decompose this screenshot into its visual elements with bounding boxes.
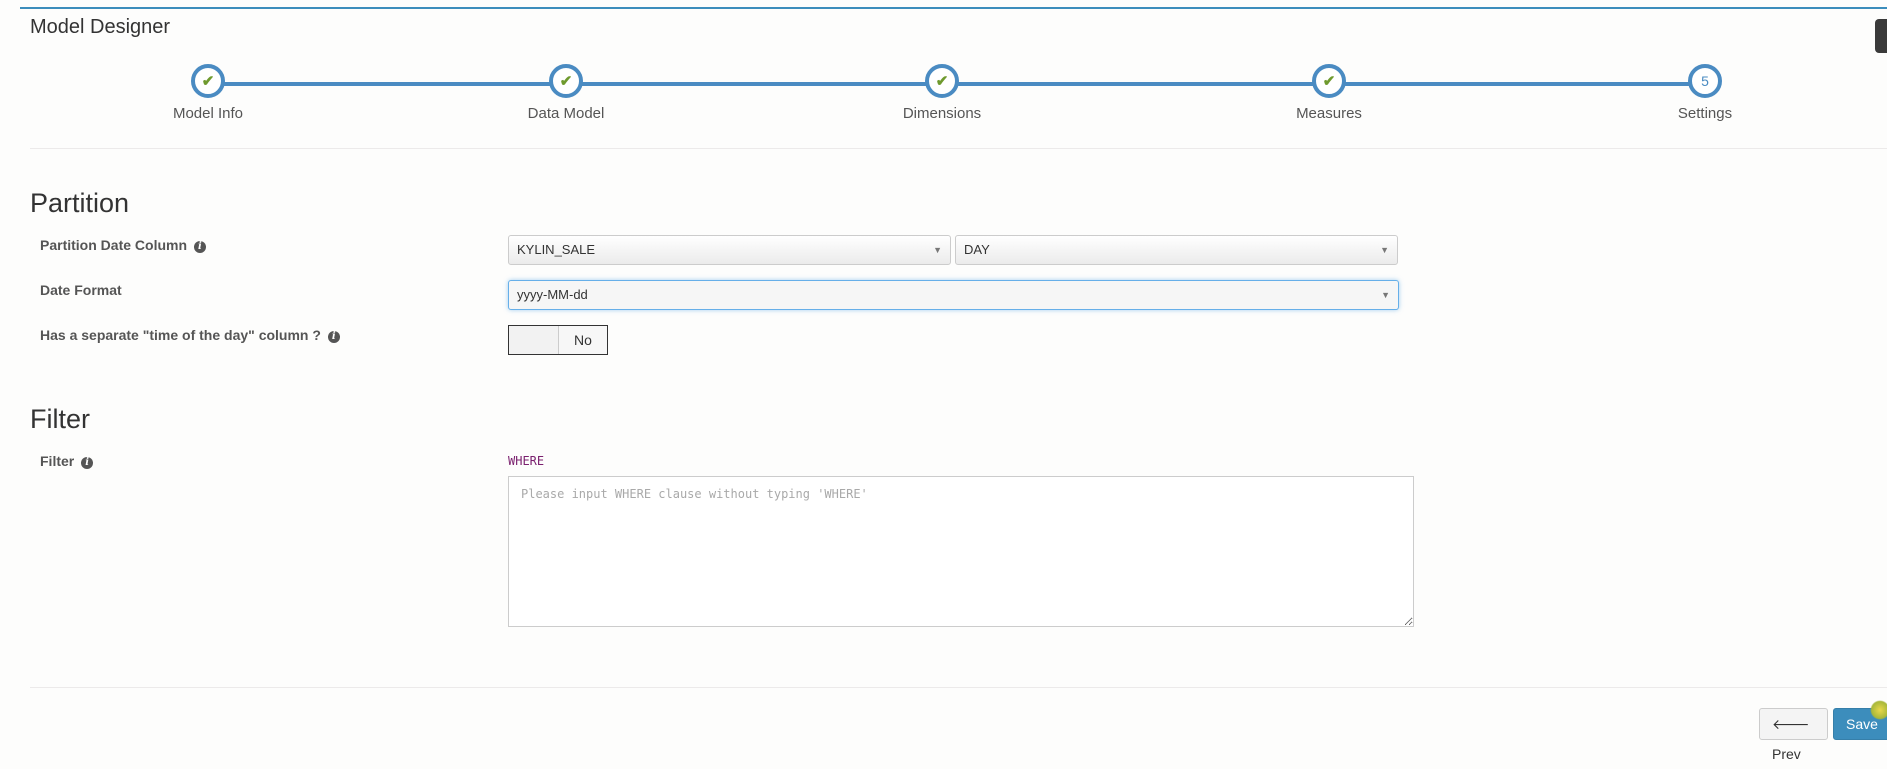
wizard-steps: ✔ Model Info ✔ Data Model ✔ Dimensions ✔… bbox=[0, 60, 1887, 130]
step-label: Model Info bbox=[172, 105, 244, 122]
side-panel-tab[interactable] bbox=[1875, 19, 1887, 53]
wizard-step-data-model[interactable]: ✔ Data Model bbox=[466, 64, 666, 122]
partition-heading: Partition bbox=[30, 188, 130, 218]
prev-label: Prev bbox=[1772, 746, 1801, 762]
step-number: 5 bbox=[1688, 64, 1722, 98]
top-border bbox=[20, 7, 1887, 9]
cursor-highlight bbox=[1870, 700, 1887, 720]
divider bbox=[30, 148, 1887, 149]
toggle-state: No bbox=[559, 326, 607, 354]
divider bbox=[30, 687, 1887, 688]
info-icon[interactable]: i bbox=[193, 241, 206, 253]
check-icon: ✔ bbox=[549, 64, 583, 98]
caret-down-icon: ▼ bbox=[933, 245, 942, 255]
time-column-toggle[interactable]: No bbox=[508, 325, 608, 355]
filter-label: Filter i bbox=[40, 453, 94, 469]
selected-value: yyyy-MM-dd bbox=[517, 287, 588, 302]
selected-value: KYLIN_SALE bbox=[517, 242, 596, 257]
time-column-label: Has a separate "time of the day" column … bbox=[40, 327, 340, 343]
prev-button[interactable]: 🡐 Prev bbox=[1759, 708, 1828, 762]
step-label: Measures bbox=[1296, 105, 1362, 122]
caret-down-icon: ▼ bbox=[1381, 290, 1390, 300]
filter-label-text: Filter bbox=[40, 453, 75, 469]
date-format-select[interactable]: yyyy-MM-dd ▼ bbox=[508, 280, 1399, 310]
save-label: Save bbox=[1846, 716, 1878, 732]
info-icon[interactable]: i bbox=[327, 331, 340, 343]
wizard-step-measures[interactable]: ✔ Measures bbox=[1229, 64, 1429, 122]
check-icon: ✔ bbox=[191, 64, 225, 98]
wizard-step-settings[interactable]: 5 Settings bbox=[1605, 64, 1805, 122]
check-icon: ✔ bbox=[1312, 64, 1346, 98]
filter-clause-input[interactable] bbox=[508, 476, 1414, 627]
toggle-knob[interactable] bbox=[509, 326, 559, 354]
selected-value: DAY bbox=[964, 242, 990, 257]
partition-column-select[interactable]: DAY ▼ bbox=[955, 235, 1398, 265]
check-icon: ✔ bbox=[925, 64, 959, 98]
wizard-step-model-info[interactable]: ✔ Model Info bbox=[108, 64, 308, 122]
wizard-step-dimensions[interactable]: ✔ Dimensions bbox=[842, 64, 1042, 122]
partition-date-column-text: Partition Date Column bbox=[40, 237, 188, 253]
caret-down-icon: ▼ bbox=[1380, 245, 1389, 255]
filter-heading: Filter bbox=[30, 404, 90, 434]
time-column-text: Has a separate "time of the day" column … bbox=[40, 327, 321, 343]
arrow-left-icon: 🡐 bbox=[1772, 716, 1810, 732]
partition-date-column-label: Partition Date Column i bbox=[40, 237, 206, 253]
date-format-label: Date Format bbox=[40, 282, 122, 298]
page-title: Model Designer bbox=[30, 16, 171, 38]
step-label: Settings bbox=[1677, 105, 1733, 122]
step-label: Dimensions bbox=[902, 105, 982, 122]
partition-table-select[interactable]: KYLIN_SALE ▼ bbox=[508, 235, 951, 265]
info-icon[interactable]: i bbox=[81, 457, 94, 469]
step-label: Data Model bbox=[527, 105, 605, 122]
where-keyword: WHERE bbox=[508, 454, 545, 468]
